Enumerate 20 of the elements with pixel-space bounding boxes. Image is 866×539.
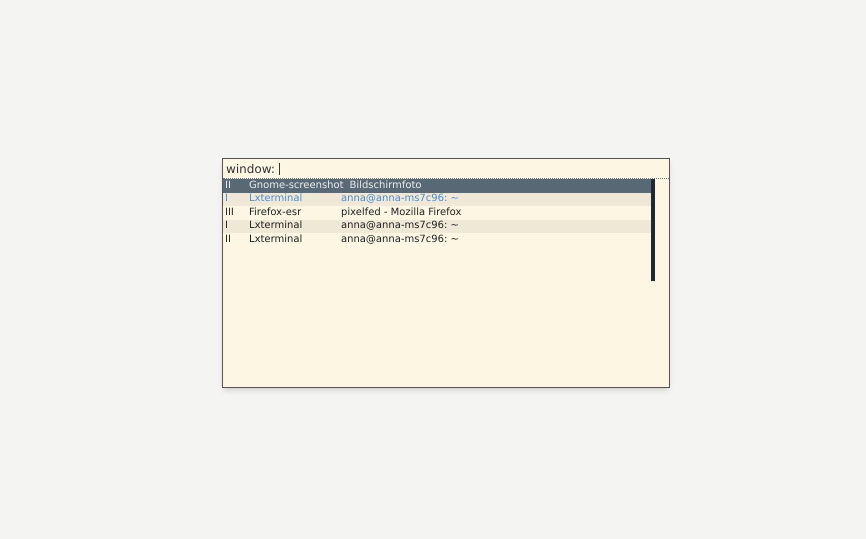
app-name: Gnome-screenshot [249,180,344,192]
window-title: pixelfed - Mozilla Firefox [341,206,462,219]
desktop-number: I [224,193,229,206]
desktop-number: II [224,234,232,246]
desktop-number: II [224,180,232,192]
window-title: anna@anna-ms7c96: ~ [341,220,459,232]
desktop-number: I [224,220,229,232]
window-list-item[interactable]: II Gnome-screenshot Bildschirmfoto [223,179,651,192]
window-list-item[interactable]: I Lxterminal anna@anna-ms7c96: ~ [223,220,651,233]
window-title: anna@anna-ms7c96: ~ [341,234,459,246]
window-title: Bildschirmfoto [350,180,422,192]
text-cursor [278,162,280,174]
app-name: Lxterminal [249,234,304,246]
app-name: Lxterminal [249,220,304,232]
scrollbar-thumb[interactable] [651,179,655,281]
prompt-label: window: [226,160,275,178]
app-name: Lxterminal [249,193,304,206]
desktop-number: III [224,206,235,219]
window-title: anna@anna-ms7c96: ~ [341,193,459,206]
app-name: Firefox-esr [249,206,302,219]
